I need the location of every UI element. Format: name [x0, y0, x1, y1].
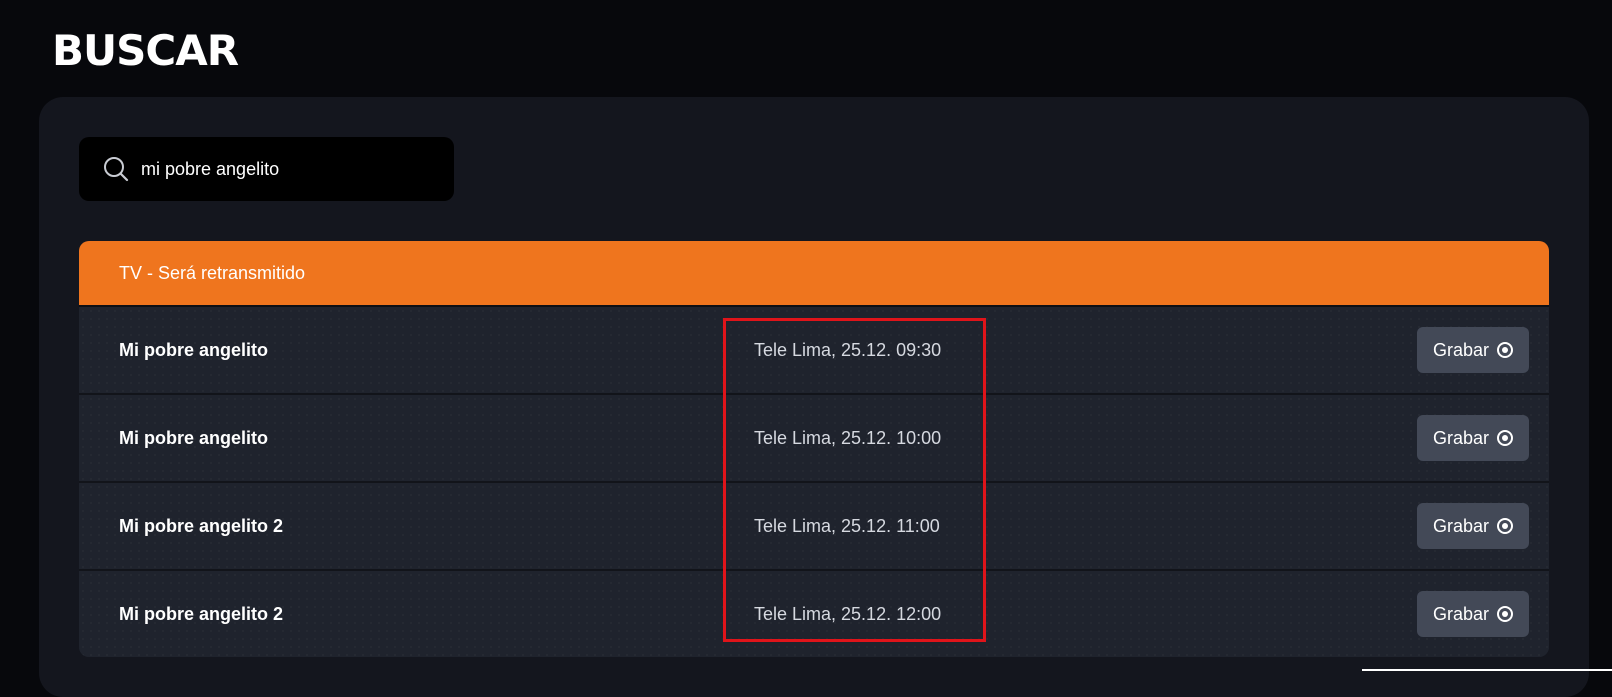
record-button-label: Grabar: [1432, 427, 1490, 448]
record-icon: [1497, 518, 1514, 534]
record-button[interactable]: Grabar: [1417, 415, 1529, 461]
results-section-header: TV - Será retransmitido: [79, 241, 1549, 307]
record-button-label: Grabar: [1432, 515, 1490, 536]
search-icon: [101, 154, 131, 184]
program-title: Mi pobre angelito 2: [119, 515, 284, 536]
record-button[interactable]: Grabar: [1417, 327, 1529, 373]
table-row: Mi pobre angelito 2 Tele Lima, 25.12. 12…: [79, 571, 1549, 657]
search-box[interactable]: [79, 137, 454, 201]
program-title: Mi pobre angelito: [119, 339, 269, 360]
table-row: Mi pobre angelito Tele Lima, 25.12. 10:0…: [79, 395, 1549, 483]
record-button[interactable]: Grabar: [1417, 503, 1529, 549]
program-title: Mi pobre angelito 2: [119, 603, 284, 624]
record-icon: [1497, 430, 1514, 446]
search-panel: TV - Será retransmitido Mi pobre angelit…: [39, 97, 1589, 697]
record-button-label: Grabar: [1432, 603, 1490, 624]
program-schedule: Tele Lima, 25.12. 10:00: [754, 427, 942, 448]
record-icon: [1497, 606, 1514, 622]
program-title: Mi pobre angelito: [119, 427, 269, 448]
program-schedule: Tele Lima, 25.12. 11:00: [754, 515, 940, 536]
search-input[interactable]: [141, 158, 441, 180]
program-schedule: Tele Lima, 25.12. 09:30: [754, 339, 942, 360]
record-button[interactable]: Grabar: [1417, 591, 1529, 637]
program-schedule: Tele Lima, 25.12. 12:00: [754, 603, 942, 624]
table-row: Mi pobre angelito 2 Tele Lima, 25.12. 11…: [79, 483, 1549, 571]
page-title: BUSCAR: [52, 26, 239, 75]
table-row: Mi pobre angelito Tele Lima, 25.12. 09:3…: [79, 307, 1549, 395]
record-icon: [1497, 342, 1514, 358]
record-button-label: Grabar: [1432, 339, 1490, 360]
results-table: TV - Será retransmitido Mi pobre angelit…: [79, 241, 1549, 657]
